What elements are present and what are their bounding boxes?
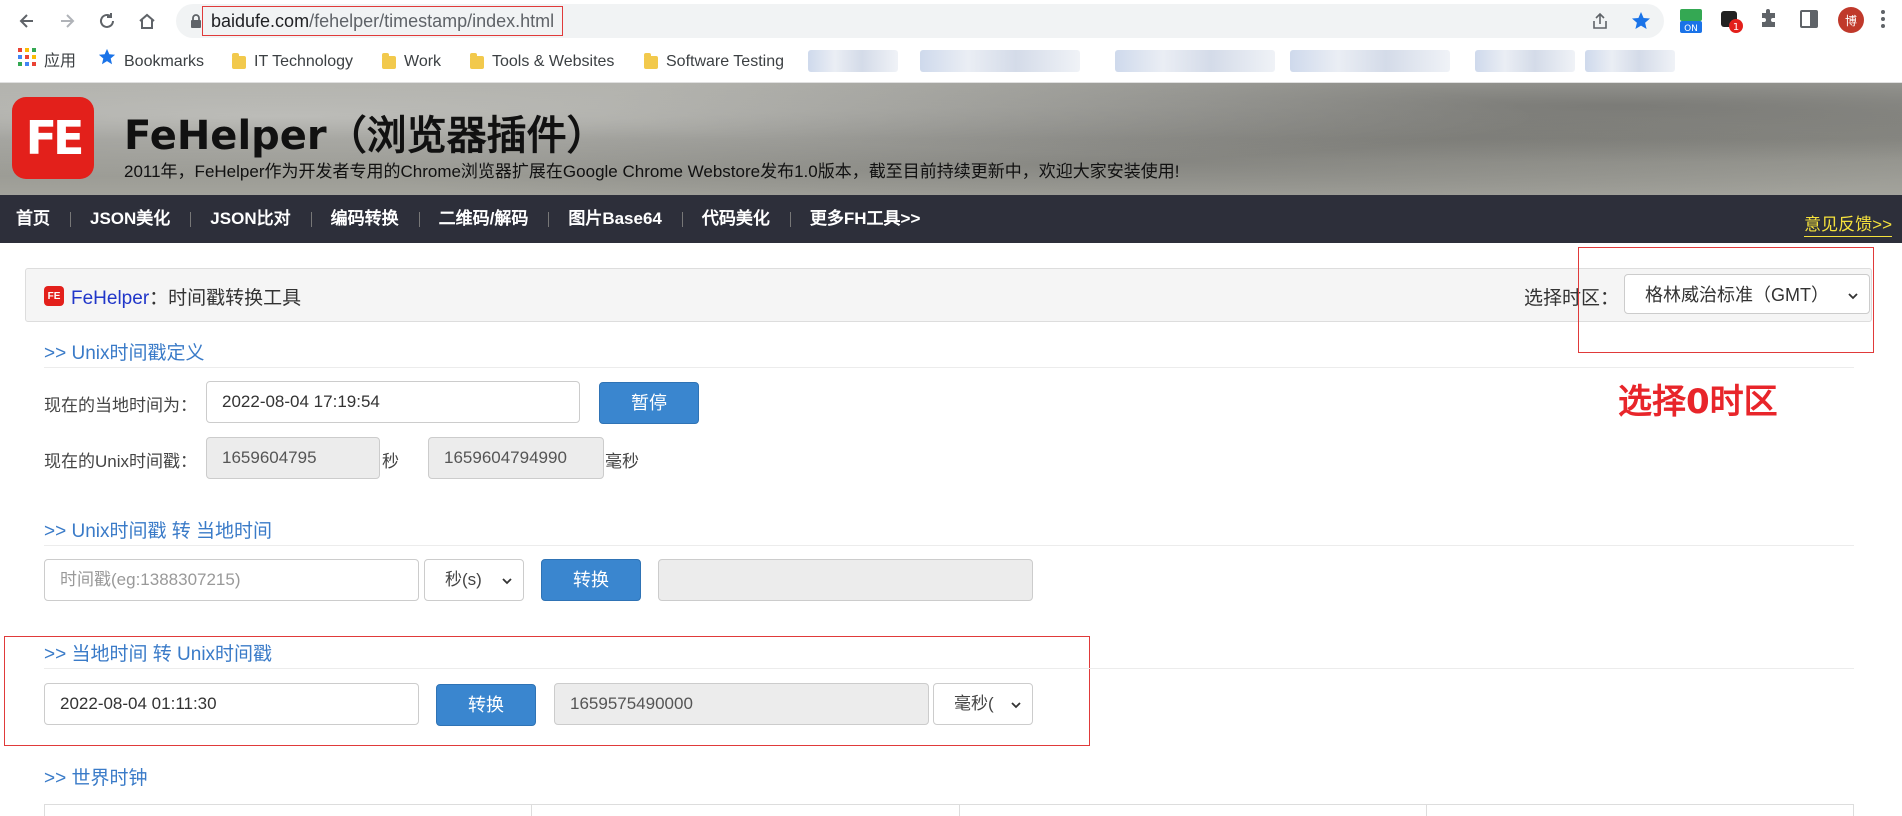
- section-unix-to-local-title: >> Unix时间戳 转 当地时间: [44, 521, 273, 542]
- site-subtitle: 2011年，FeHelper作为开发者专用的Chrome浏览器扩展在Google…: [124, 162, 1180, 181]
- section-divider: [44, 367, 1854, 368]
- extension-badge-count: 1: [1733, 22, 1739, 33]
- bookmark-bookmarks[interactable]: Bookmarks: [98, 42, 204, 82]
- star-icon: [98, 42, 116, 82]
- reload-icon[interactable]: [94, 8, 120, 34]
- local-time-field[interactable]: 2022-08-04 17:19:54: [206, 381, 580, 423]
- timestamp-input[interactable]: 时间戳(eg:1388307215): [44, 559, 419, 601]
- annotation-timezone-box: [1578, 247, 1874, 353]
- bookmark-folder-it[interactable]: IT Technology: [232, 42, 353, 82]
- bookmark-apps[interactable]: 应用: [18, 42, 76, 82]
- table-col-divider: [1853, 805, 1854, 816]
- blurred-bookmark[interactable]: [1475, 50, 1575, 72]
- extension-fe-icon[interactable]: 1: [1718, 8, 1744, 34]
- bookmark-folder-testing[interactable]: Software Testing: [644, 42, 784, 82]
- local-time-input[interactable]: 2022-08-04 01:11:30: [44, 683, 419, 725]
- profile-avatar[interactable]: 博: [1838, 7, 1864, 33]
- bookmark-star-icon[interactable]: [1631, 11, 1651, 31]
- section-world-clock-title: >> 世界时钟: [44, 768, 148, 789]
- bookmark-label: Work: [404, 53, 442, 70]
- browser-toolbar: baidufe.com/fehelper/timestamp/index.htm…: [0, 0, 1902, 42]
- url-host: baidufe.com: [211, 11, 310, 31]
- millis-unit-label: 毫秒: [605, 452, 639, 471]
- address-bar[interactable]: baidufe.com/fehelper/timestamp/index.htm…: [176, 4, 1664, 38]
- folder-icon: [382, 52, 396, 69]
- site-title: FeHelper（浏览器插件）: [124, 113, 607, 159]
- convert-to-unix-button[interactable]: 转换: [436, 684, 536, 726]
- convert-to-local-button[interactable]: 转换: [541, 559, 641, 601]
- local-time-result-field[interactable]: [658, 559, 1033, 601]
- bookmark-label: Bookmarks: [124, 53, 205, 70]
- home-icon[interactable]: [134, 8, 160, 34]
- local-time-label: 现在的当地时间为：: [44, 396, 197, 415]
- fehelper-mini-icon: FE: [44, 286, 64, 306]
- chevron-down-icon: [501, 560, 513, 600]
- world-clock-table: [44, 804, 1854, 816]
- folder-icon: [644, 52, 658, 69]
- table-col-divider: [531, 805, 532, 816]
- bookmark-folder-work[interactable]: Work: [382, 42, 441, 82]
- url-text[interactable]: baidufe.com/fehelper/timestamp/index.htm…: [202, 6, 564, 36]
- fehelper-logo[interactable]: FE: [12, 97, 94, 179]
- blurred-bookmark[interactable]: [1115, 50, 1275, 72]
- unix-seconds-field[interactable]: 1659604795: [206, 437, 380, 479]
- timestamp-unit-value: 秒(s): [445, 570, 482, 589]
- blurred-bookmark[interactable]: [920, 50, 1080, 72]
- bookmark-folder-tools[interactable]: Tools & Websites: [470, 42, 614, 82]
- section-unix-definition-title: >> Unix时间戳定义: [44, 343, 205, 364]
- blurred-bookmark[interactable]: [1585, 50, 1675, 72]
- pause-button[interactable]: 暂停: [599, 382, 699, 424]
- forward-icon[interactable]: [54, 8, 80, 34]
- unix-result-field[interactable]: 1659575490000: [554, 683, 929, 725]
- bookmark-label: Software Testing: [666, 53, 784, 70]
- blurred-bookmark[interactable]: [808, 50, 898, 72]
- panel-brand[interactable]: FeHelper: [71, 288, 149, 309]
- lock-icon[interactable]: [190, 13, 202, 34]
- back-icon[interactable]: [14, 8, 40, 34]
- section-divider: [44, 545, 1854, 546]
- panel-title-suffix: ：时间戳转换工具: [149, 288, 302, 309]
- url-path: /fehelper/timestamp/index.html: [309, 11, 555, 31]
- section-local-to-unix-title: >> 当地时间 转 Unix时间戳: [44, 644, 273, 665]
- bookmark-label: Tools & Websites: [492, 53, 615, 70]
- menu-image-base64[interactable]: 图片Base64: [548, 195, 682, 243]
- feedback-link[interactable]: 意见反馈>>: [1804, 210, 1892, 237]
- apps-grid-icon: [18, 42, 36, 82]
- menu-qrcode[interactable]: 二维码/解码: [418, 195, 549, 243]
- menu-more-tools[interactable]: 更多FH工具>>: [789, 195, 941, 243]
- extension-on-icon[interactable]: ON: [1678, 8, 1704, 34]
- menu-json-format[interactable]: JSON美化: [70, 195, 190, 243]
- main-menu: 首页 JSON美化 JSON比对 编码转换 二维码/解码 图片Base64 代码…: [0, 195, 1902, 243]
- section-divider: [44, 668, 1854, 669]
- seconds-unit-label: 秒: [382, 452, 399, 471]
- folder-icon: [232, 52, 246, 69]
- folder-icon: [470, 52, 484, 69]
- bookmark-apps-label: 应用: [44, 53, 77, 70]
- site-header: FE FeHelper（浏览器插件） 2011年，FeHelper作为开发者专用…: [0, 83, 1902, 195]
- menu-json-diff[interactable]: JSON比对: [190, 195, 310, 243]
- table-col-divider: [1426, 805, 1427, 816]
- bookmark-label: IT Technology: [254, 53, 354, 70]
- menu-home[interactable]: 首页: [0, 195, 70, 243]
- result-unit-select[interactable]: 毫秒(: [933, 683, 1033, 725]
- more-vert-icon[interactable]: [1880, 8, 1894, 34]
- unix-millis-field[interactable]: 1659604794990: [428, 437, 604, 479]
- table-col-divider: [959, 805, 960, 816]
- annotation-text: 选择0时区: [1618, 382, 1778, 422]
- blurred-bookmark[interactable]: [1290, 50, 1450, 72]
- panel-title: FeHelper：时间戳转换工具: [71, 283, 301, 310]
- menu-code-beautify[interactable]: 代码美化: [681, 195, 790, 243]
- result-unit-value: 毫秒(: [954, 694, 994, 713]
- timestamp-unit-select[interactable]: 秒(s): [424, 559, 524, 601]
- side-panel-icon[interactable]: [1798, 8, 1824, 34]
- menu-encoding[interactable]: 编码转换: [310, 195, 419, 243]
- extension-on-badge: ON: [1684, 24, 1698, 34]
- chevron-down-icon: [1010, 684, 1022, 724]
- unix-timestamp-label: 现在的Unix时间戳：: [44, 452, 198, 471]
- puzzle-icon[interactable]: [1758, 8, 1784, 34]
- table-col-divider: [44, 805, 45, 816]
- share-icon[interactable]: [1590, 11, 1610, 31]
